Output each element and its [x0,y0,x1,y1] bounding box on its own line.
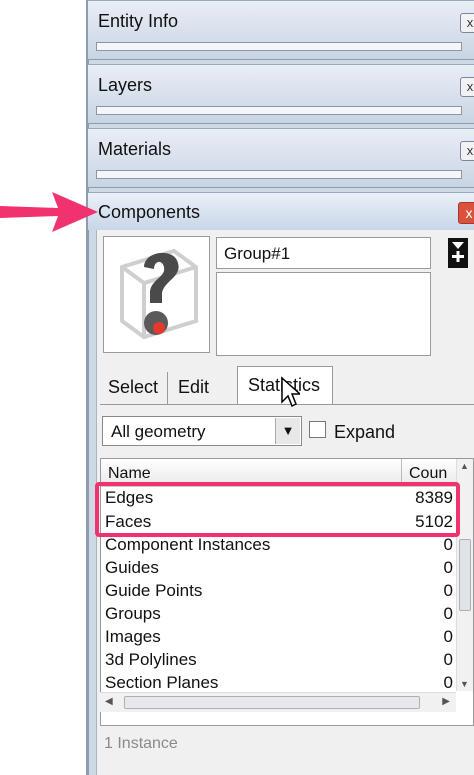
materials-collapsed-track [96,170,462,179]
mouse-pointer-icon [281,376,300,408]
close-icon[interactable]: x [460,77,474,97]
details-arrow-icon[interactable] [448,238,468,268]
chevron-down-icon[interactable]: ▼ [275,418,300,444]
scroll-left-icon[interactable]: ◀ [105,696,113,707]
components-title: Components [98,202,201,222]
column-header-name[interactable]: Name [108,465,151,483]
scroll-down-icon[interactable]: ▼ [460,679,469,689]
row-name: Section Planes [105,673,219,692]
expand-checkbox[interactable] [309,421,326,438]
row-name: 3d Polylines [105,650,197,669]
scroll-up-icon[interactable]: ▲ [460,461,469,471]
row-name: Guide Points [105,581,203,600]
close-icon[interactable]: x [460,13,474,33]
instance-count: 1 Instance [104,735,178,752]
entity-info-panel[interactable]: Entity Info x [88,0,474,60]
row-count: 0 [443,581,453,600]
layers-title: Layers [98,75,153,95]
row-count: 0 [443,673,453,692]
table-row[interactable]: Images 0 [101,626,457,649]
table-row[interactable]: Component Instances 0 [101,534,457,557]
table-row[interactable]: 3d Polylines 0 [101,649,457,672]
column-header-count[interactable]: Coun [409,465,459,483]
question-mark-component-icon [120,248,198,340]
row-count: 0 [443,650,453,669]
entity-info-title: Entity Info [98,11,179,31]
table-row[interactable]: Guides 0 [101,557,457,580]
close-icon[interactable]: x [460,141,474,161]
geometry-filter-select[interactable]: All geometry ▼ [102,416,302,446]
row-count: 0 [443,627,453,646]
row-name: Images [105,627,161,646]
horizontal-scroll-thumb[interactable] [124,696,420,709]
row-name: Component Instances [105,535,271,554]
row-count: 0 [443,558,453,577]
row-count: 0 [443,535,453,554]
row-name: Guides [105,558,159,577]
materials-panel[interactable]: Materials x [88,128,474,188]
vertical-scroll-thumb[interactable] [459,539,471,611]
highlight-box [95,482,460,537]
close-icon[interactable]: x [458,202,474,224]
table-row[interactable]: Groups 0 [101,603,457,626]
row-count: 0 [443,604,453,623]
pink-arrow-icon [0,192,98,232]
layers-collapsed-track [96,106,462,115]
table-row[interactable]: Guide Points 0 [101,580,457,603]
scroll-right-icon[interactable]: ▶ [442,696,450,707]
tab-edit[interactable]: Edit [170,372,232,404]
expand-label: Expand [334,422,396,442]
component-thumbnail[interactable] [103,236,210,353]
layers-panel[interactable]: Layers x [88,64,474,124]
materials-title: Materials [98,139,172,159]
component-description-field[interactable] [216,272,431,356]
components-panel-header[interactable]: Components x [88,192,474,230]
details-arrow-glyph [452,242,464,262]
row-name: Groups [105,604,161,623]
tab-select[interactable]: Select [102,372,168,404]
left-background [0,0,86,775]
geometry-filter-value: All geometry [111,422,206,441]
entity-info-collapsed-track [96,42,462,51]
component-name-field[interactable]: Group#1 [216,237,431,269]
horizontal-scrollbar[interactable]: ◀ ▶ [100,692,456,712]
